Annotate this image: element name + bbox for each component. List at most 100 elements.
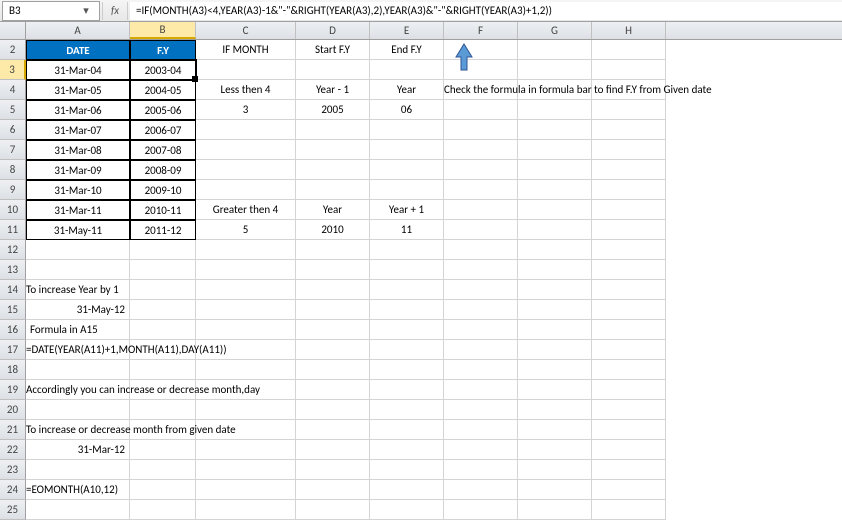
cell[interactable]	[196, 280, 296, 300]
cell[interactable]	[592, 220, 666, 240]
cell[interactable]	[444, 300, 518, 320]
cell[interactable]	[26, 260, 130, 280]
fx-icon[interactable]: fx	[102, 2, 128, 20]
cell[interactable]	[296, 140, 370, 160]
cell[interactable]	[370, 480, 444, 500]
row-header[interactable]: 8	[0, 160, 26, 180]
cell[interactable]: Greater then 4	[196, 200, 296, 220]
cell[interactable]	[296, 120, 370, 140]
cell[interactable]	[592, 460, 666, 480]
cell[interactable]	[592, 480, 666, 500]
cell[interactable]	[26, 460, 130, 480]
cell-fy[interactable]: 2009-10	[130, 180, 196, 200]
cell[interactable]	[26, 400, 130, 420]
cell[interactable]	[196, 140, 296, 160]
cell[interactable]	[196, 120, 296, 140]
formula-input[interactable]: =IF(MONTH(A3)<4,YEAR(A3)-1&"-"&RIGHT(YEA…	[130, 2, 842, 20]
cell[interactable]	[296, 400, 370, 420]
cell[interactable]	[444, 220, 518, 240]
cell[interactable]	[370, 140, 444, 160]
cell[interactable]	[592, 320, 666, 340]
header-endfy[interactable]: End F.Y	[370, 40, 444, 60]
col-header-E[interactable]: E	[370, 22, 444, 39]
cell[interactable]	[518, 460, 592, 480]
cell[interactable]	[26, 500, 130, 520]
cell[interactable]	[518, 360, 592, 380]
cell[interactable]	[296, 480, 370, 500]
cell-fy[interactable]: 2005-06	[130, 100, 196, 120]
cell[interactable]	[518, 140, 592, 160]
cell[interactable]	[518, 480, 592, 500]
cell[interactable]	[444, 320, 518, 340]
cell[interactable]	[370, 440, 444, 460]
cell[interactable]	[130, 320, 196, 340]
cell[interactable]	[196, 60, 296, 80]
cell[interactable]	[370, 380, 444, 400]
cell[interactable]	[370, 60, 444, 80]
cell[interactable]	[370, 360, 444, 380]
cell[interactable]	[518, 280, 592, 300]
cell[interactable]	[444, 160, 518, 180]
cell[interactable]: 11	[370, 220, 444, 240]
header-ifmonth[interactable]: IF MONTH	[196, 40, 296, 60]
cell[interactable]	[196, 480, 296, 500]
col-header-F[interactable]: F	[444, 22, 518, 39]
cell[interactable]	[130, 260, 196, 280]
cell[interactable]: Year + 1	[370, 200, 444, 220]
cell[interactable]	[26, 240, 130, 260]
cell[interactable]	[296, 460, 370, 480]
row-header[interactable]: 18	[0, 360, 26, 380]
cell[interactable]: Formula in A15	[26, 320, 130, 340]
cell[interactable]	[518, 240, 592, 260]
name-box[interactable]: B3 ▾	[2, 1, 100, 21]
cell[interactable]	[444, 260, 518, 280]
col-header-C[interactable]: C	[196, 22, 296, 39]
select-all-corner[interactable]	[0, 22, 26, 39]
cell-date[interactable]: 31-Mar-06	[26, 100, 130, 120]
cell[interactable]	[296, 160, 370, 180]
cell-fy-active[interactable]: 2003-04	[130, 60, 196, 80]
cell[interactable]	[444, 360, 518, 380]
row-header[interactable]: 9	[0, 180, 26, 200]
cell-fy[interactable]: 2011-12	[130, 220, 196, 240]
cell[interactable]	[370, 320, 444, 340]
name-box-dropdown-icon[interactable]: ▾	[79, 4, 93, 18]
cell[interactable]	[296, 240, 370, 260]
cell[interactable]	[592, 160, 666, 180]
cell[interactable]	[592, 180, 666, 200]
cell[interactable]	[518, 260, 592, 280]
header-startfy[interactable]: Start F.Y	[296, 40, 370, 60]
cell[interactable]: 3	[196, 100, 296, 120]
col-header-D[interactable]: D	[296, 22, 370, 39]
row-header[interactable]: 3	[0, 60, 26, 80]
cell[interactable]	[196, 300, 296, 320]
cell[interactable]	[130, 500, 196, 520]
cell[interactable]	[518, 200, 592, 220]
cell[interactable]	[518, 440, 592, 460]
cell[interactable]	[592, 200, 666, 220]
row-header[interactable]: 19	[0, 380, 26, 400]
cell[interactable]	[296, 360, 370, 380]
cell[interactable]	[592, 420, 666, 440]
cell[interactable]: 31-May-12	[26, 300, 130, 320]
cell[interactable]	[296, 340, 370, 360]
col-header-A[interactable]: A	[26, 22, 130, 39]
cell[interactable]	[130, 280, 196, 300]
cell-fy[interactable]: 2006-07	[130, 120, 196, 140]
cell[interactable]	[370, 340, 444, 360]
cell[interactable]	[296, 60, 370, 80]
cell[interactable]	[592, 240, 666, 260]
cell-date[interactable]: 31-Mar-09	[26, 160, 130, 180]
cell[interactable]	[592, 440, 666, 460]
cell[interactable]	[592, 500, 666, 520]
cell[interactable]	[444, 200, 518, 220]
row-header[interactable]: 7	[0, 140, 26, 160]
cell[interactable]: Year	[296, 200, 370, 220]
cell[interactable]	[296, 280, 370, 300]
cell-date[interactable]: 31-Mar-07	[26, 120, 130, 140]
row-header[interactable]: 4	[0, 80, 26, 100]
cell[interactable]	[518, 380, 592, 400]
cell[interactable]	[592, 360, 666, 380]
row-header[interactable]: 11	[0, 220, 26, 240]
cell[interactable]	[444, 400, 518, 420]
